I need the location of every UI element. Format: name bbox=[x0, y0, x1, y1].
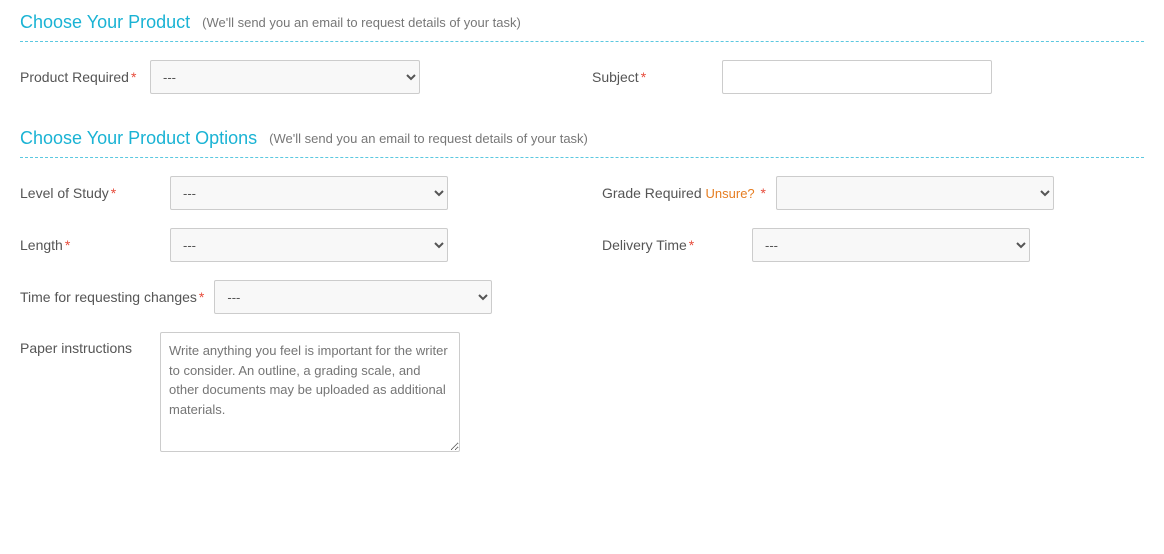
length-group: Length* --- bbox=[20, 228, 562, 262]
length-star: * bbox=[65, 237, 70, 253]
time-changes-row: Time for requesting changes* --- bbox=[20, 280, 1144, 314]
time-changes-select[interactable]: --- bbox=[214, 280, 492, 314]
subject-group: Subject* bbox=[592, 60, 1144, 94]
level-star: * bbox=[111, 185, 116, 201]
product-required-star: * bbox=[131, 69, 136, 85]
level-grade-row: Level of Study* --- Grade Required Unsur… bbox=[20, 176, 1144, 210]
paper-instructions-row: Paper instructions bbox=[20, 332, 1144, 455]
time-changes-group: Time for requesting changes* --- bbox=[20, 280, 562, 314]
paper-instructions-textarea[interactable] bbox=[160, 332, 460, 452]
product-required-group: Product Required* --- bbox=[20, 60, 572, 94]
length-label: Length* bbox=[20, 237, 160, 253]
subject-input[interactable] bbox=[722, 60, 992, 94]
level-of-study-group: Level of Study* --- bbox=[20, 176, 562, 210]
section1-title: Choose Your Product bbox=[20, 12, 190, 33]
section2-title: Choose Your Product Options bbox=[20, 128, 257, 149]
paper-instructions-label: Paper instructions bbox=[20, 332, 140, 356]
grade-required-label: Grade Required Unsure? * bbox=[602, 185, 766, 201]
section-product-options: Choose Your Product Options (We'll send … bbox=[0, 128, 1164, 489]
grade-required-select[interactable] bbox=[776, 176, 1054, 210]
section2-header: Choose Your Product Options (We'll send … bbox=[20, 128, 1144, 158]
delivery-time-select[interactable]: --- bbox=[752, 228, 1030, 262]
length-delivery-row: Length* --- Delivery Time* --- bbox=[20, 228, 1144, 262]
delivery-time-group: Delivery Time* --- bbox=[602, 228, 1144, 262]
delivery-time-label: Delivery Time* bbox=[602, 237, 742, 253]
time-changes-label: Time for requesting changes* bbox=[20, 289, 204, 305]
product-subject-row: Product Required* --- Subject* bbox=[20, 60, 1144, 94]
section-choose-product: Choose Your Product (We'll send you an e… bbox=[0, 0, 1164, 128]
product-required-label: Product Required* bbox=[20, 69, 140, 85]
subject-label: Subject* bbox=[592, 69, 712, 85]
section1-header: Choose Your Product (We'll send you an e… bbox=[20, 12, 1144, 42]
level-of-study-select[interactable]: --- bbox=[170, 176, 448, 210]
level-of-study-label: Level of Study* bbox=[20, 185, 160, 201]
product-required-select[interactable]: --- bbox=[150, 60, 420, 94]
delivery-star: * bbox=[689, 237, 694, 253]
section2-subtitle: (We'll send you an email to request deta… bbox=[269, 131, 588, 146]
grade-required-group: Grade Required Unsure? * bbox=[602, 176, 1144, 210]
time-changes-star: * bbox=[199, 289, 204, 305]
length-select[interactable]: --- bbox=[170, 228, 448, 262]
unsure-link[interactable]: Unsure? bbox=[706, 186, 755, 201]
section1-subtitle: (We'll send you an email to request deta… bbox=[202, 15, 521, 30]
grade-star: * bbox=[761, 185, 766, 201]
paper-instructions-wrapper bbox=[160, 332, 460, 455]
subject-star: * bbox=[641, 69, 646, 85]
